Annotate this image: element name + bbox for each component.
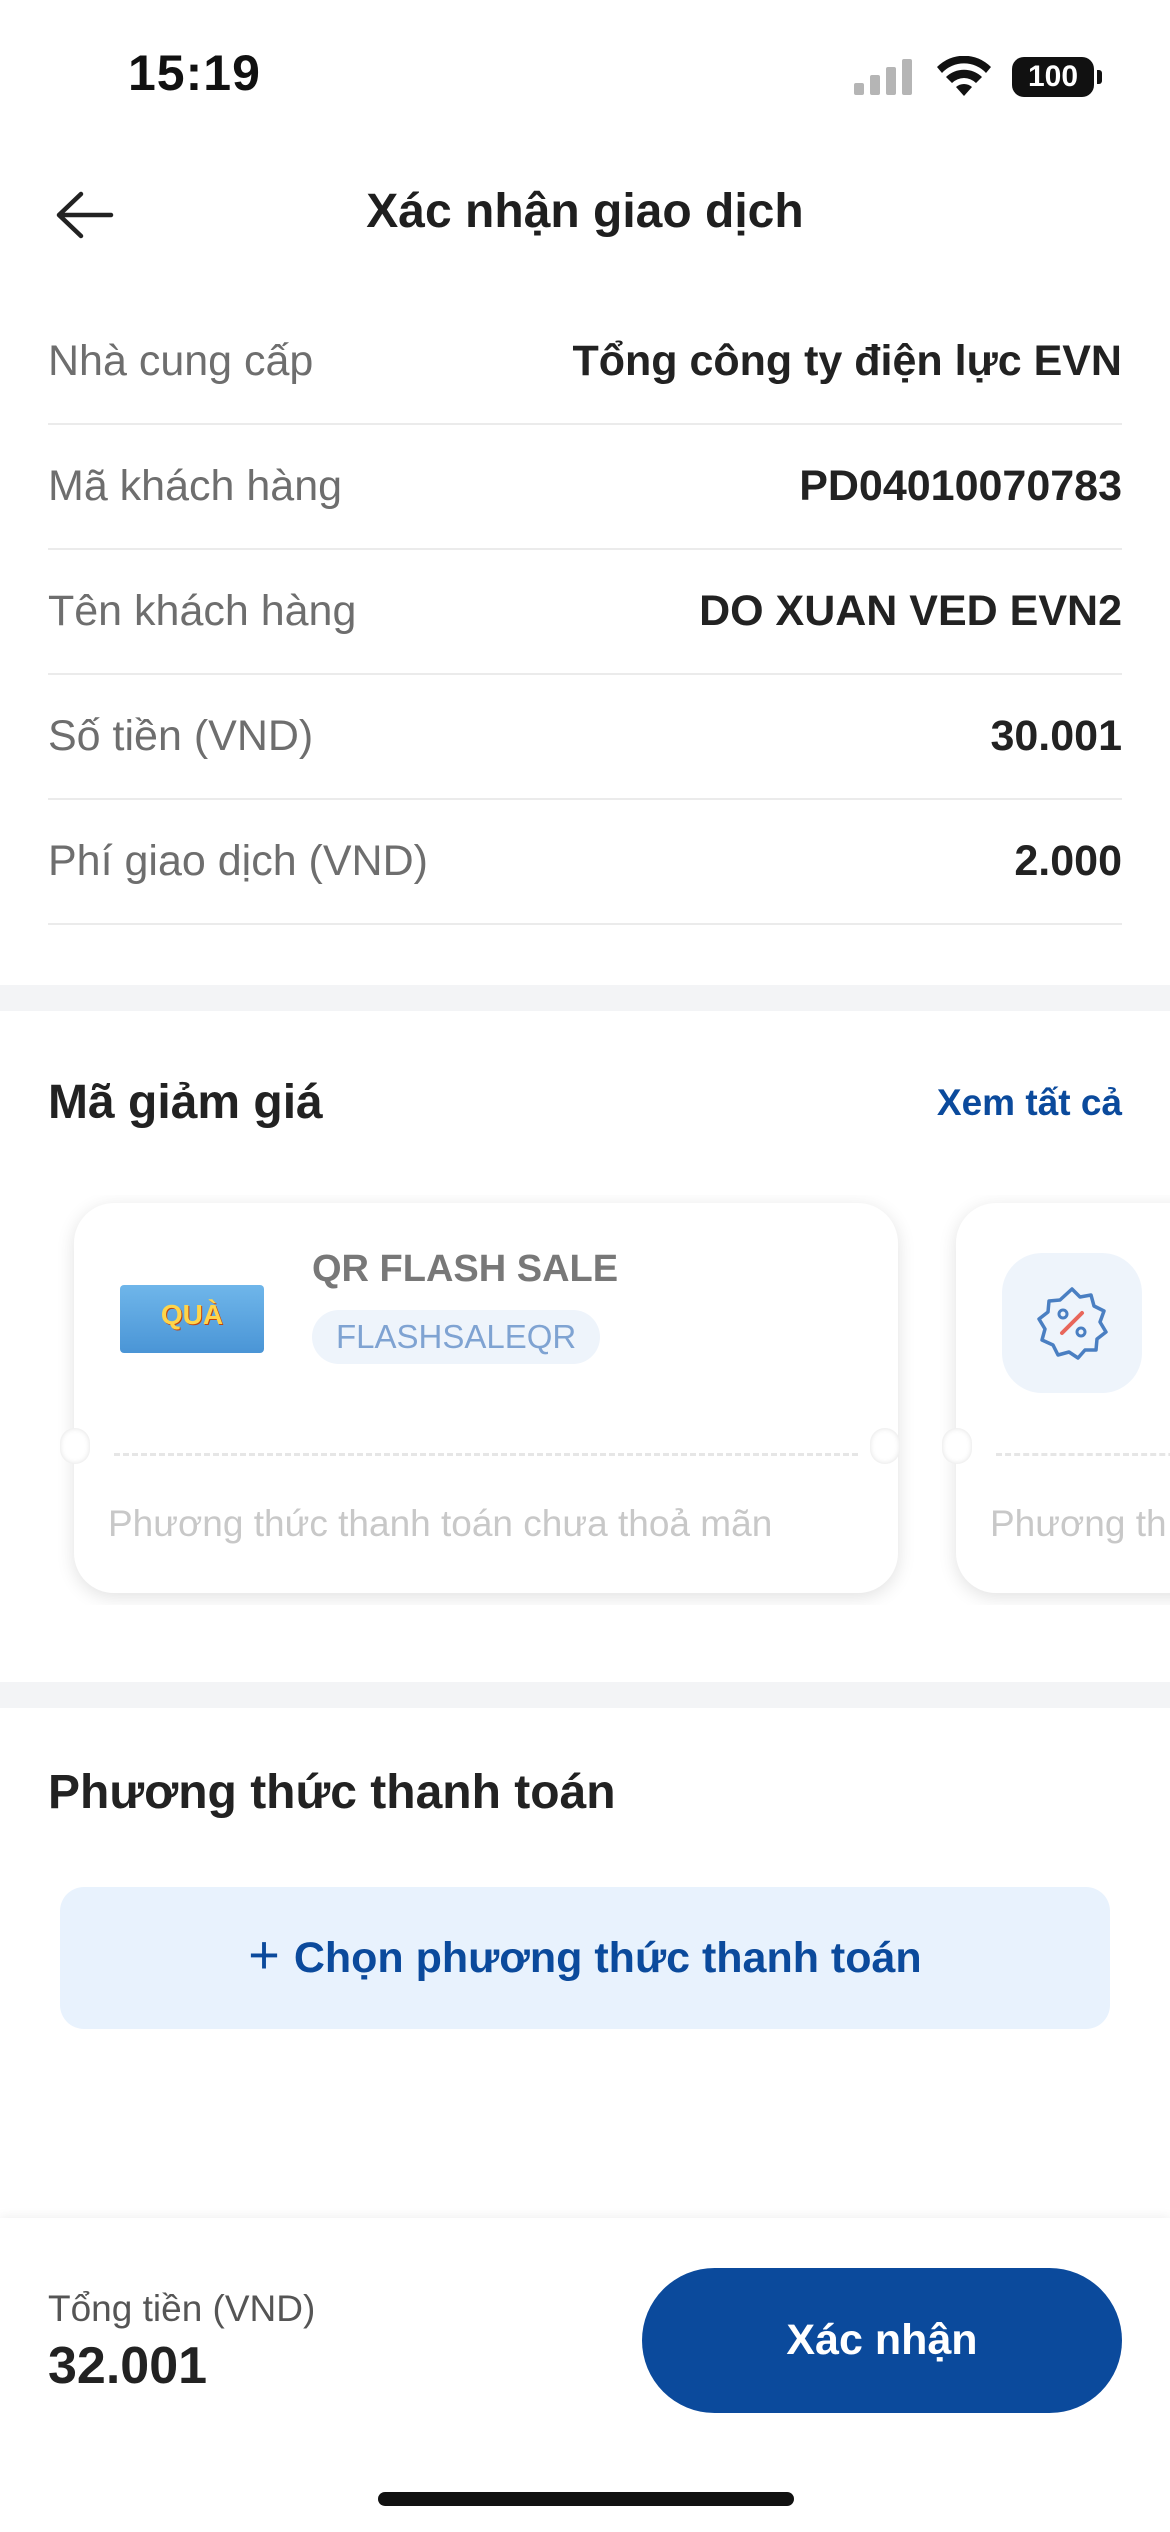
status-icons: 100 [854, 52, 1102, 102]
voucher-code-badge: FLASHSALEQR [312, 1310, 601, 1364]
info-value: 2.000 [1014, 837, 1122, 885]
info-row-provider: Nhà cung cấp Tổng công ty điện lực EVN [48, 300, 1122, 425]
info-row-customer-name: Tên khách hàng DO XUAN VED EVN2 [48, 550, 1122, 675]
info-row-customer-code: Mã khách hàng PD04010070783 [48, 425, 1122, 550]
choose-payment-label: Chọn phương thức thanh toán [293, 1933, 922, 1982]
battery-level: 100 [1027, 60, 1079, 93]
voucher-thumbnail-text: QUÀ [160, 1299, 224, 1330]
info-value: Tổng công ty điện lực EVN [572, 337, 1122, 385]
voucher-icon-container [1002, 1253, 1142, 1393]
info-row-fee: Phí giao dịch (VND) 2.000 [48, 800, 1122, 925]
voucher-carousel[interactable]: QUÀ QR FLASH SALE FLASHSALEQR Phương thứ… [0, 1195, 1170, 1605]
status-bar: 15:19 100 [0, 0, 1170, 150]
voucher-section-title: Mã giảm giá [48, 1076, 323, 1129]
info-label: Mã khách hàng [48, 462, 343, 510]
info-value: 30.001 [990, 712, 1122, 760]
choose-payment-method-button[interactable]: + Chọn phương thức thanh toán [60, 1887, 1110, 2029]
bottom-bar: Tổng tiền (VND) 32.001 Xác nhận [0, 2218, 1170, 2532]
battery-icon: 100 [1012, 57, 1102, 97]
info-label: Số tiền (VND) [48, 712, 314, 760]
wifi-icon [937, 56, 991, 96]
info-value: PD04010070783 [799, 462, 1122, 510]
voucher-condition-note: Phương thức thanh toán chưa thoả mãn [108, 1503, 773, 1544]
voucher-thumbnail: QUÀ [120, 1285, 264, 1353]
info-label: Phí giao dịch (VND) [48, 837, 428, 885]
voucher-section-header: Mã giảm giá Xem tất cả [48, 1075, 1122, 1130]
status-time: 15:19 [128, 45, 261, 101]
info-label: Nhà cung cấp [48, 337, 314, 385]
header: Xác nhận giao dịch [0, 160, 1170, 265]
confirm-button[interactable]: Xác nhận [642, 2268, 1122, 2413]
section-divider [0, 985, 1170, 1011]
info-row-amount: Số tiền (VND) 30.001 [48, 675, 1122, 800]
section-divider [0, 1682, 1170, 1708]
home-indicator[interactable] [378, 2492, 794, 2506]
cellular-signal-icon [854, 59, 912, 95]
voucher-divider [114, 1453, 858, 1456]
payment-section-title: Phương thức thanh toán [48, 1766, 616, 1819]
info-label: Tên khách hàng [48, 587, 357, 635]
voucher-notch [942, 1428, 972, 1464]
voucher-notch [870, 1428, 900, 1464]
transaction-info-list: Nhà cung cấp Tổng công ty điện lực EVN M… [48, 300, 1122, 925]
voucher-name: QR FLASH SALE [312, 1248, 619, 1290]
percent-badge-icon [1037, 1287, 1108, 1360]
page-title: Xác nhận giao dịch [366, 185, 804, 238]
voucher-condition-note: Phương th [990, 1503, 1167, 1544]
voucher-card[interactable]: Phương th [956, 1203, 1170, 1593]
plus-icon: + [248, 1925, 280, 1985]
voucher-card[interactable]: QUÀ QR FLASH SALE FLASHSALEQR Phương thứ… [74, 1203, 898, 1593]
voucher-notch [60, 1428, 90, 1464]
total-value: 32.001 [48, 2337, 208, 2395]
voucher-divider [996, 1453, 1170, 1456]
see-all-link[interactable]: Xem tất cả [937, 1082, 1122, 1124]
info-value: DO XUAN VED EVN2 [699, 587, 1122, 635]
total-label: Tổng tiền (VND) [48, 2288, 316, 2329]
